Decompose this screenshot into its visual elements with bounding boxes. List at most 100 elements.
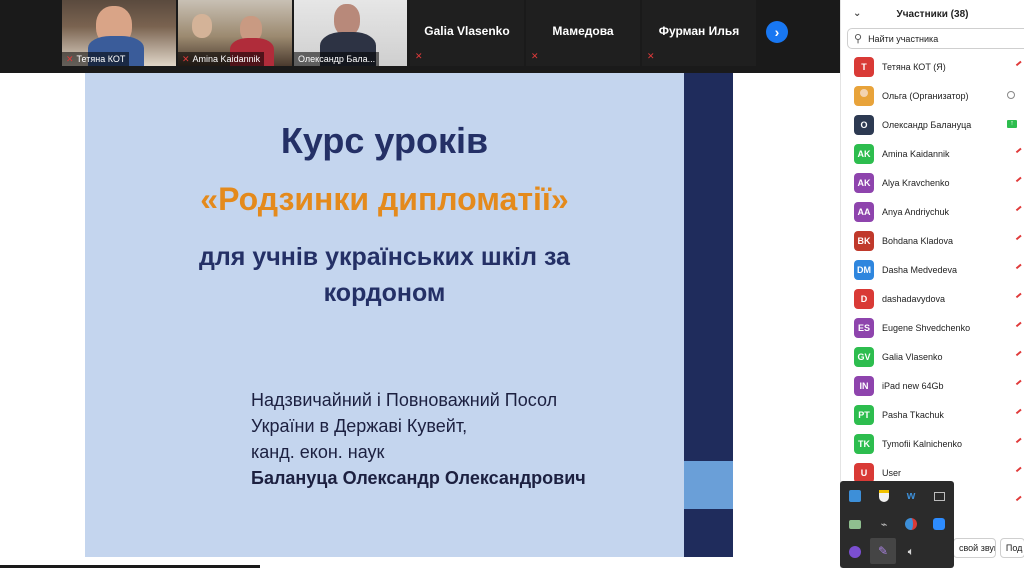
video-tile-4[interactable]: Мамедова ✕ <box>526 0 640 66</box>
avatar: AK <box>854 172 874 193</box>
participant-name: Galia Vlasenko <box>882 351 943 362</box>
panel-header: ⌄ Участники (38) <box>841 0 1024 28</box>
slide-title: Курс уроків <box>280 120 489 161</box>
screen-share-icon: ↑ <box>1007 120 1017 128</box>
muted-mic-icon <box>1015 205 1024 215</box>
speaker-name: Балануца Олександр Олександрович <box>251 468 586 488</box>
avatar <box>854 85 874 106</box>
video-tile-3[interactable]: Galia Vlasenko ✕ <box>410 0 524 66</box>
participant-name: Dasha Medvedeva <box>882 264 958 275</box>
muted-mic-icon <box>1015 263 1024 273</box>
participant-name: Олександр Балануца <box>882 119 972 130</box>
muted-mic-icon <box>1015 408 1024 418</box>
video-tile-5[interactable]: Фурман Илья ✕ <box>642 0 756 66</box>
host-icon <box>1007 91 1015 99</box>
participant-row[interactable]: IN iPad new 64Gb <box>841 371 1024 400</box>
security-icon[interactable] <box>871 483 897 509</box>
avatar: BK <box>854 230 874 251</box>
participant-name: Amina Kaidannik <box>192 54 261 64</box>
audio-wave-icon[interactable]: ᴡ <box>898 483 924 509</box>
display-icon[interactable] <box>926 483 952 509</box>
pen-icon[interactable]: ✎ <box>870 538 896 564</box>
muted-mic-icon <box>1015 176 1024 186</box>
avatar: T <box>854 56 874 77</box>
participant-name: Олександр Бала... <box>298 54 376 64</box>
avatar: PT <box>854 404 874 425</box>
participant-name: iPad new 64Gb <box>882 380 944 391</box>
video-tile-1[interactable]: ✕ Amina Kaidannik <box>178 0 292 66</box>
participant-list: T Тетяна КОТ (Я) Ольга (Организатор) O Олекс… <box>841 52 1024 516</box>
avatar: O <box>854 114 874 135</box>
chevron-right-icon[interactable]: › <box>766 21 788 43</box>
system-tray-overflow: ᴡ ⌁ ✎ 🔈︎ <box>840 481 954 568</box>
participant-row[interactable]: PT Pasha Tkachuk <box>841 400 1024 429</box>
unmute-self-button[interactable]: свой звук <box>953 538 996 558</box>
avatar: GV <box>854 346 874 367</box>
participant-row[interactable]: O Олександр Балануца ↑ <box>841 110 1024 139</box>
muted-mic-icon <box>1015 321 1024 331</box>
speaker-position: Надзвичайний і Повноважний Посол <box>251 390 558 410</box>
slide-audience-line: кордоном <box>323 279 446 307</box>
participant-name: Pasha Tkachuk <box>882 409 944 420</box>
muted-mic-icon: ✕ <box>531 51 539 61</box>
video-strip: ✕ Тетяна КОТ ✕ Amina Kaidannik Олександр… <box>0 0 840 73</box>
participant-row[interactable]: Ddashadavydova <box>841 284 1024 313</box>
search-icon: ⚲ <box>854 33 863 45</box>
chat-icon[interactable] <box>842 511 868 537</box>
app-icon[interactable] <box>842 483 868 509</box>
participant-name: Мамедова <box>552 24 614 38</box>
shared-screen: Курс уроків «Родзинки дипломатії» для уч… <box>0 73 840 568</box>
participant-row[interactable]: TK Tymofii Kalnichenko <box>841 429 1024 458</box>
chevron-down-icon[interactable]: ⌄ <box>853 8 861 19</box>
video-tile-0[interactable]: ✕ Тетяна КОТ <box>62 0 176 66</box>
participant-row[interactable]: AA Anya Andriychuk <box>841 197 1024 226</box>
participant-name: Tymofii Kalnichenko <box>882 438 963 449</box>
participant-row[interactable]: ES Eugene Shvedchenko <box>841 313 1024 342</box>
muted-mic-icon <box>1015 466 1024 476</box>
muted-mic-icon: ✕ <box>182 53 190 64</box>
volume-icon[interactable]: 🔈︎ <box>898 539 924 565</box>
participant-name: Фурман Илья <box>658 24 740 38</box>
video-tile-2-active-speaker[interactable]: Олександр Бала... <box>294 0 407 66</box>
search-participant-input[interactable]: ⚲ Найти участника <box>847 28 1024 49</box>
participant-row[interactable]: T Тетяна КОТ (Я) <box>841 52 1024 81</box>
screen-share-icon[interactable] <box>898 511 924 537</box>
muted-mic-icon <box>1015 234 1024 244</box>
viber-icon[interactable] <box>842 539 868 565</box>
muted-mic-icon <box>1015 437 1024 447</box>
avatar: DM <box>854 259 874 280</box>
participant-row[interactable]: AK Amina Kaidannik <box>841 139 1024 168</box>
participant-name: Eugene Shvedchenko <box>882 322 971 333</box>
muted-mic-icon <box>1015 379 1024 389</box>
avatar: AA <box>854 201 874 222</box>
presentation-slide: Курс уроків «Родзинки дипломатії» для уч… <box>85 73 733 557</box>
participant-name-bar: Олександр Бала... <box>294 52 380 66</box>
participant-row[interactable]: BK Bohdana Kladova <box>841 226 1024 255</box>
participant-name-bar: ✕ Amina Kaidannik <box>178 52 265 66</box>
slide-accent-block <box>684 461 733 509</box>
avatar: IN <box>854 375 874 396</box>
muted-mic-icon: ✕ <box>647 51 655 61</box>
participant-row[interactable]: DM Dasha Medvedeva <box>841 255 1024 284</box>
participant-name: Ольга (Организатор) <box>882 90 969 101</box>
speaker-position: України в Державі Кувейт, <box>251 416 468 436</box>
zoom-meeting-window: ✕ Тетяна КОТ ✕ Amina Kaidannik Олександр… <box>0 0 1024 568</box>
participant-row[interactable]: GV Galia Vlasenko <box>841 342 1024 371</box>
avatar: TK <box>854 433 874 454</box>
slide-subtitle: «Родзинки дипломатії» <box>200 181 569 217</box>
participant-name: Bohdana Kladova <box>882 235 954 246</box>
muted-mic-icon: ✕ <box>66 53 74 64</box>
avatar: AK <box>854 143 874 164</box>
participant-row[interactable]: AK Alya Kravchenko <box>841 168 1024 197</box>
slide-audience-line: для учнів українських шкіл за <box>199 243 570 271</box>
more-button[interactable]: Под <box>999 538 1024 558</box>
participant-row[interactable]: Ольга (Организатор) <box>841 81 1024 110</box>
cloud-off-icon[interactable]: ⌁ <box>871 511 897 537</box>
participant-name: Anya Andriychuk <box>882 206 950 217</box>
zoom-icon[interactable] <box>926 511 952 537</box>
speaker-degree: канд. екон. наук <box>251 442 385 462</box>
participant-name-bar: ✕ Тетяна КОТ <box>62 52 130 66</box>
muted-mic-icon: ✕ <box>415 51 423 61</box>
participant-name: Amina Kaidannik <box>882 148 950 159</box>
participant-name: User <box>882 467 902 478</box>
